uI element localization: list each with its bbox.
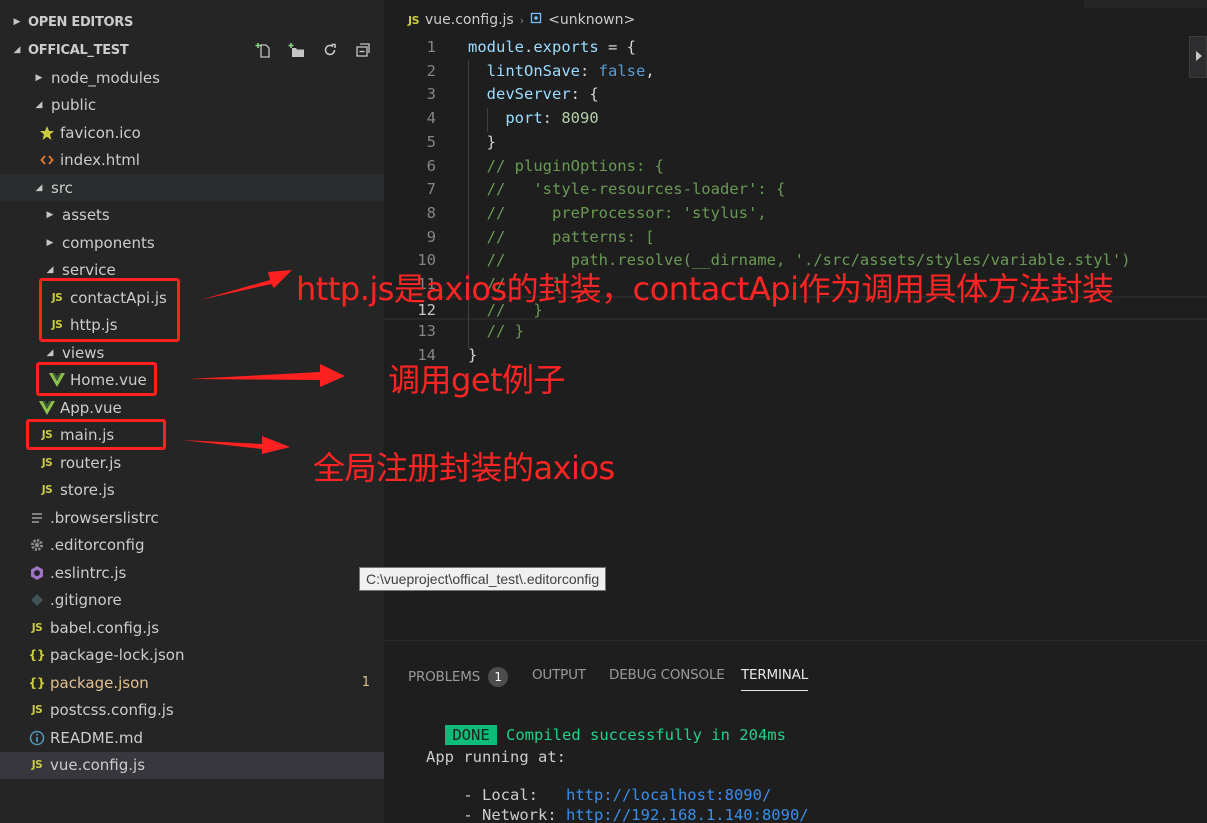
arrow-to-service-note: [200, 270, 292, 300]
annotation-service: http.js是axios的封装，contactApi作为调用具体方法封装: [296, 270, 1114, 308]
annotation-home: 调用get例子: [388, 361, 566, 399]
annotation-arrows: [182, 270, 345, 454]
arrow-to-main-note: [182, 436, 290, 454]
annotation-main: 全局注册封装的axios: [313, 449, 615, 487]
arrow-to-home-note: [188, 364, 345, 387]
